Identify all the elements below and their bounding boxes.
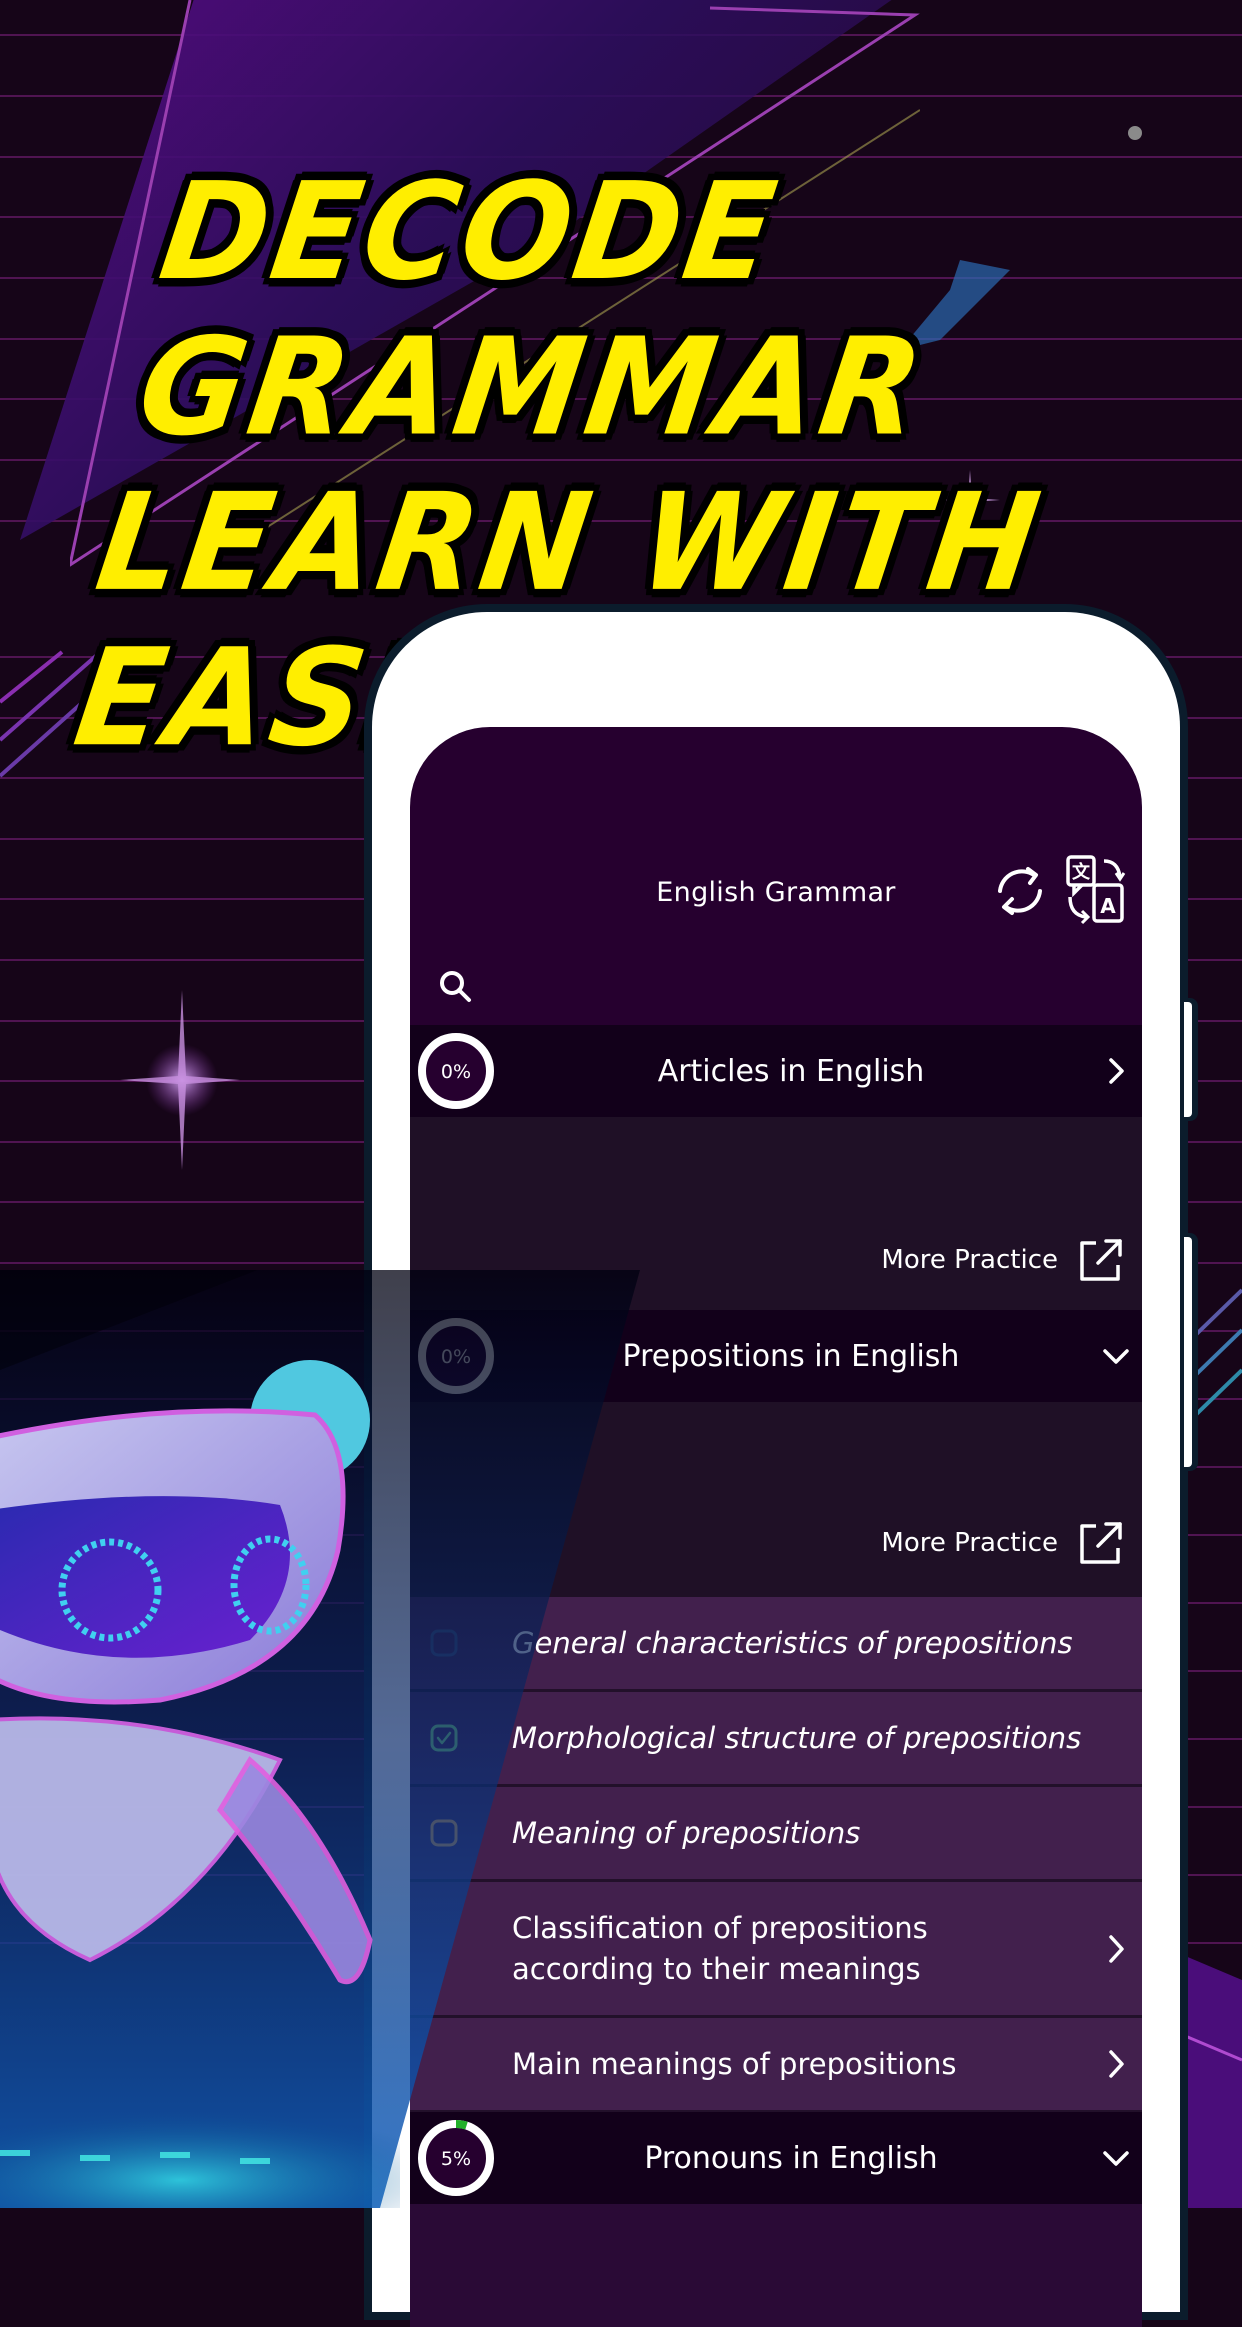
lesson-item[interactable]: General characteristics of prepositions xyxy=(410,1597,1142,1692)
translate-button[interactable]: 文 A xyxy=(1064,855,1128,925)
section-header-prepositions[interactable]: 0% Prepositions in English xyxy=(410,1310,1142,1402)
progress-label: 0% xyxy=(441,1061,471,1083)
section-body-articles: More Practice xyxy=(410,1117,1142,1312)
robot-mascot-illustration xyxy=(0,1360,400,2208)
svg-text:文: 文 xyxy=(1072,861,1091,883)
search-button[interactable] xyxy=(436,967,476,1007)
headline-line-1: Decode grammar xyxy=(130,154,936,466)
sparkle-star-icon xyxy=(120,990,240,1170)
section-header-pronouns[interactable]: 5% Pronouns in English xyxy=(410,2112,1142,2204)
lesson-group-item[interactable]: Main meanings of prepositions xyxy=(410,2018,1142,2113)
section-header-articles[interactable]: 0% Articles in English xyxy=(410,1025,1142,1117)
app-screen: English Grammar 文 A 0% Articles in Engli… xyxy=(410,727,1142,2327)
refresh-button[interactable] xyxy=(990,861,1050,921)
chevron-right-icon xyxy=(1109,1058,1124,1084)
lesson-title: Morphological structure of prepositions xyxy=(512,1721,1082,1755)
more-practice-label: More Practice xyxy=(881,1528,1058,1558)
more-practice-link[interactable]: More Practice xyxy=(881,1237,1124,1283)
translate-icon: 文 A xyxy=(1066,855,1126,925)
lesson-title: Meaning of prepositions xyxy=(512,1816,861,1850)
lesson-title: Main meanings of prepositions xyxy=(512,2047,957,2081)
section-title: Prepositions in English xyxy=(622,1338,960,1374)
lesson-title: General characteristics of prepositions xyxy=(512,1626,1073,1660)
lesson-item[interactable]: Meaning of prepositions xyxy=(410,1787,1142,1882)
lesson-title: Classification of prepositions according… xyxy=(512,1910,928,1986)
section-title: Articles in English xyxy=(657,1053,925,1089)
phone-side-button xyxy=(1184,1002,1192,1117)
chevron-down-icon xyxy=(1103,1349,1129,1364)
lesson-item[interactable]: Morphological structure of prepositions xyxy=(410,1692,1142,1787)
section-body-prepositions: More Practice xyxy=(410,1402,1142,1597)
chevron-right-icon xyxy=(1109,2050,1124,2078)
checkbox-checked-icon[interactable] xyxy=(430,1724,458,1752)
more-practice-label: More Practice xyxy=(881,1245,1058,1275)
external-link-icon xyxy=(1080,1522,1122,1564)
progress-ring: 0% xyxy=(418,1318,494,1394)
phone-frame: English Grammar 文 A 0% Articles in Engli… xyxy=(372,612,1192,2327)
search-icon xyxy=(440,971,471,1002)
more-practice-link[interactable]: More Practice xyxy=(881,1520,1124,1566)
checkbox-in-progress-icon[interactable] xyxy=(430,1819,458,1847)
checkbox-unchecked-icon[interactable] xyxy=(430,1629,458,1657)
app-top-bar: English Grammar 文 A xyxy=(410,727,1142,1002)
phone-side-button xyxy=(1184,1237,1192,1467)
progress-label: 0% xyxy=(441,1346,471,1368)
progress-ring: 5% xyxy=(418,2120,494,2196)
svg-text:A: A xyxy=(1100,894,1116,918)
lesson-group-item[interactable]: Classification of prepositions according… xyxy=(410,1882,1142,2018)
refresh-icon xyxy=(998,867,1042,915)
chevron-down-icon xyxy=(1103,2151,1129,2166)
progress-ring-fill xyxy=(455,2120,468,2130)
chevron-right-icon xyxy=(1109,1934,1124,1963)
dot-decoration xyxy=(1128,126,1142,140)
external-link-icon xyxy=(1080,1239,1122,1281)
progress-ring: 0% xyxy=(418,1033,494,1109)
section-body-pronouns xyxy=(410,2204,1142,2327)
section-title: Pronouns in English xyxy=(644,2140,938,2176)
progress-label: 5% xyxy=(441,2148,471,2170)
